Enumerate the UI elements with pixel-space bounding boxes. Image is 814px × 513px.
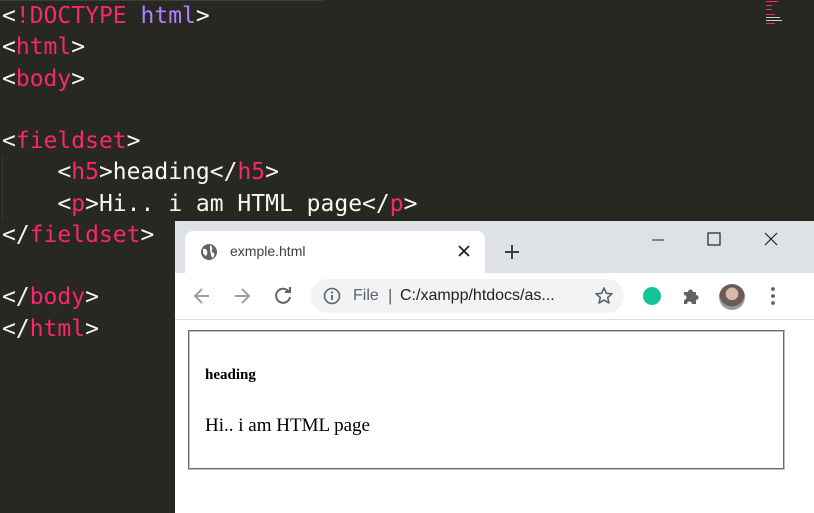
grammarly-icon[interactable] [641,285,663,307]
code-token: body [29,284,86,311]
code-token: > [140,221,155,248]
code-token: > [126,128,141,154]
code-token: body [15,65,72,92]
code-line: <body> [2,64,85,95]
code-token: html [15,34,72,61]
code-token: < [2,3,16,29]
window-close-icon[interactable] [751,229,791,253]
code-token: html [29,315,86,342]
puzzle-icon[interactable] [681,285,703,307]
url-scheme: File [353,287,379,304]
code-line: <h5>heading</h5> [2,157,279,188]
code-token: > [71,65,86,92]
code-token: > [265,159,279,186]
fieldset [188,330,785,470]
tab-title: exmple.html [230,243,306,259]
code-line: <fieldset> [2,126,141,157]
code-token: </ [2,221,30,248]
reload-icon[interactable] [272,285,294,307]
code-token: h5 [237,159,266,186]
code-line: </html> [2,314,99,345]
address-bar[interactable]: File | C:/xampp/htdocs/as... [311,279,624,313]
plus-icon[interactable] [502,242,522,262]
code-token: h5 [71,159,99,186]
code-token: < [2,190,72,217]
code-token: </ [2,284,30,311]
code-token: fieldset [29,221,141,248]
more-vert-icon[interactable] [762,285,784,307]
code-token: < [2,65,16,92]
globe-icon [200,243,218,261]
forward-arrow-icon[interactable] [231,285,253,307]
maximize-icon[interactable] [694,229,734,253]
code-token: >heading</ [98,159,238,186]
code-token: > [85,284,99,311]
code-token: > [403,190,418,217]
code-line: <!DOCTYPE html> [2,1,210,32]
avatar[interactable] [719,284,745,310]
url-separator: | [388,286,393,305]
tab-exmple[interactable]: exmple.html [185,231,485,273]
page-heading: heading [205,367,256,383]
code-token: < [2,159,72,186]
code-token: > [71,34,86,61]
code-token: html [140,3,196,29]
code-token: </ [2,315,30,342]
code-token: !DOCTYPE [15,3,127,29]
url-text[interactable]: C:/xampp/htdocs/as... [400,287,555,305]
browser-window: exmple.html File | C:/xampp/htdocs/as...… [175,221,814,513]
code-token: p [389,190,404,217]
minimap[interactable] [766,0,784,28]
code-token: >Hi.. i am HTML page</ [85,190,390,217]
code-token: p [71,190,86,217]
code-token: < [2,128,16,154]
tab-strip: exmple.html [175,221,814,273]
code-token: > [85,315,99,342]
code-line: </body> [2,282,99,313]
code-line: </fieldset> [2,220,154,251]
minimize-icon[interactable] [638,229,678,253]
code-line: <p>Hi.. i am HTML page</p> [2,189,417,220]
star-icon[interactable] [594,286,614,306]
info-icon[interactable] [323,287,341,305]
page-paragraph: Hi.. i am HTML page [205,415,370,436]
code-token: > [195,3,210,29]
close-icon[interactable] [455,242,473,260]
back-arrow-icon[interactable] [191,285,213,307]
code-line: <html> [2,32,85,63]
browser-toolbar: File | C:/xampp/htdocs/as... [175,273,814,320]
code-token: < [2,34,16,61]
page-viewport: heading Hi.. i am HTML page [175,320,814,513]
code-token: fieldset [15,128,127,154]
